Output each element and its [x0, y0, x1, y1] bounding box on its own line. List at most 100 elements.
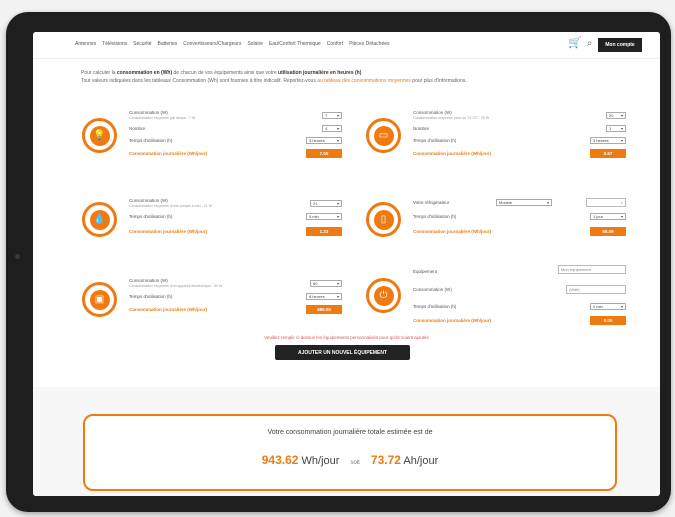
- fridge-number-input[interactable]: 1: [586, 198, 626, 207]
- equipment-card-fridge: ▯ Votre réfrigérateur Modèle ▾ 1 Temps d'…: [366, 192, 628, 246]
- consumption-label: Consommation (W): [413, 110, 452, 115]
- fridge-label: Votre réfrigérateur: [413, 200, 450, 205]
- usage-select[interactable]: 0 min ▾: [590, 303, 626, 310]
- quantity-label: Nombre: [129, 126, 146, 131]
- main-menu: Antennes Télévisions Sécurité Batteries …: [75, 41, 390, 47]
- consumption-label: Consommation (W): [129, 278, 168, 283]
- daily-consumption-result: 59.09: [590, 227, 626, 236]
- chevron-down-icon: ▾: [620, 126, 623, 131]
- consumption-table-link[interactable]: au tableau des consommations moyennes: [317, 78, 411, 84]
- water-drop-icon: 💧: [82, 202, 117, 237]
- equipment-label: Équipement: [413, 269, 438, 274]
- usage-label: Temps d'utilisation (h): [413, 304, 457, 309]
- menu-item-pieces[interactable]: Pièces Détachées: [349, 41, 389, 47]
- power-select-value: 21: [313, 201, 318, 206]
- quantity-select[interactable]: 4 ▾: [322, 125, 342, 132]
- power-select[interactable]: 21 ▾: [310, 200, 342, 207]
- menu-item-batteries[interactable]: Batteries: [158, 41, 178, 47]
- power-select[interactable]: 20 ▾: [606, 112, 626, 119]
- add-equipment-button[interactable]: AJOUTER UN NOUVEL ÉQUIPEMENT: [275, 345, 410, 360]
- quantity-select[interactable]: 1 ▾: [606, 125, 626, 132]
- intro-text-4: pour plus d'informations.: [412, 78, 467, 84]
- menu-item-eau-confort[interactable]: Eau/Confort Thermique: [269, 41, 321, 47]
- menu-item-solaire[interactable]: Solaire: [247, 41, 263, 47]
- usage-select[interactable]: 3 heures ▾: [590, 137, 626, 144]
- daily-consumption-result: 1.23: [306, 227, 342, 236]
- daily-consumption-label: Consommation journalière (Wh/jour): [413, 151, 492, 156]
- usage-select[interactable]: 1 jour ▾: [590, 213, 626, 220]
- total-soit: soit: [350, 460, 360, 466]
- chevron-down-icon: ▾: [620, 138, 623, 143]
- daily-consumption-label: Consommation journalière (Wh/jour): [413, 229, 492, 234]
- usage-label: Temps d'utilisation (h): [129, 294, 173, 299]
- equipment-card-water-pump: 💧 Consommation (W) Consommation moyenne …: [82, 192, 344, 246]
- menu-item-televisions[interactable]: Télévisions: [102, 41, 127, 47]
- daily-consumption-result: 7.00: [306, 149, 342, 158]
- consumption-hint: Consommation moyenne par lampe : 7 W: [129, 116, 196, 120]
- search-icon[interactable]: ⌕: [587, 38, 593, 49]
- usage-select[interactable]: 5 min ▾: [306, 213, 342, 220]
- top-navigation: Antennes Télévisions Sécurité Batteries …: [33, 32, 660, 59]
- quantity-select-value: 4: [325, 126, 328, 131]
- total-ah-unit: Ah/jour: [403, 455, 439, 467]
- usage-select[interactable]: 3 heures ▾: [306, 137, 342, 144]
- electronics-icon: ▣: [82, 282, 117, 317]
- daily-consumption-label: Consommation journalière (Wh/jour): [129, 229, 208, 234]
- menu-item-convertisseurs[interactable]: Convertisseurs/Chargeurs: [183, 41, 241, 47]
- chevron-down-icon: ▾: [336, 113, 339, 118]
- intro-bold-1: consommation en (Wh): [116, 70, 173, 76]
- consumption-hint: Consommation moyenne pour un TV 22" : 20…: [413, 116, 490, 120]
- usage-label: Temps d'utilisation (h): [413, 138, 457, 143]
- power-select[interactable]: 60 ▾: [310, 280, 342, 287]
- total-wh-unit: Wh/jour: [301, 455, 340, 467]
- equipment-name-input[interactable]: Mon équipement: [558, 265, 626, 274]
- total-consumption-box: Votre consommation journalière totale es…: [83, 414, 617, 491]
- consumption-label: Consommation (W): [129, 198, 168, 203]
- intro-text-1: Pour calculer la: [81, 70, 116, 76]
- account-button[interactable]: Mon compte: [598, 38, 642, 52]
- daily-consumption-label: Consommation journalière (Wh/jour): [413, 318, 492, 323]
- daily-consumption-result: 0.67: [590, 149, 626, 158]
- chevron-down-icon: ▾: [620, 304, 623, 309]
- chevron-down-icon: ▾: [620, 214, 623, 219]
- consumption-hint: Consommation moyenne d'une pompe à eau :…: [129, 204, 212, 208]
- equipment-card-lighting: 💡 Consommation (W) Consommation moyenne …: [82, 104, 344, 166]
- chevron-down-icon: ▾: [546, 200, 549, 205]
- menu-item-confort[interactable]: Confort: [327, 41, 343, 47]
- quantity-label: Nombre: [413, 126, 430, 131]
- equipment-card-electronics: ▣ Consommation (W) Consommation moyenne …: [82, 272, 344, 326]
- tablet-frame: Antennes Télévisions Sécurité Batteries …: [6, 12, 671, 512]
- consumption-input[interactable]: (Watt): [566, 285, 626, 294]
- nav-icons: 🛒 ⌕: [568, 38, 592, 49]
- power-select-value: 7: [325, 113, 328, 118]
- usage-select-value: 3 heures: [309, 138, 325, 143]
- intro-text: Pour calculer la consommation en (Wh) de…: [81, 69, 641, 85]
- intro-text-3: Tout valeurs indiquées dans les tableaux…: [81, 78, 316, 84]
- quantity-select-value: 1: [609, 126, 612, 131]
- daily-consumption-result: 0.00: [590, 316, 626, 325]
- usage-select[interactable]: 8 heures ▾: [306, 293, 342, 300]
- total-heading: Votre consommation journalière totale es…: [267, 429, 433, 436]
- plug-icon: ⏻: [366, 278, 401, 313]
- menu-item-securite[interactable]: Sécurité: [133, 41, 151, 47]
- tv-icon: ▭: [366, 118, 401, 153]
- fridge-model-select[interactable]: Modèle ▾: [496, 199, 552, 206]
- chevron-down-icon: ▾: [336, 214, 339, 219]
- usage-select-value: 0 min: [593, 304, 603, 309]
- fridge-model-value: Modèle: [499, 200, 513, 205]
- total-values: 943.62 Wh/jour soit 73.72 Ah/jour: [85, 453, 615, 467]
- chevron-down-icon: ▾: [336, 138, 339, 143]
- daily-consumption-label: Consommation journalière (Wh/jour): [129, 307, 208, 312]
- screen: Antennes Télévisions Sécurité Batteries …: [33, 32, 660, 496]
- power-select[interactable]: 7 ▾: [322, 112, 342, 119]
- cart-icon[interactable]: 🛒: [568, 38, 582, 49]
- usage-label: Temps d'utilisation (h): [129, 214, 173, 219]
- equipment-card-custom: ⏻ Équipement Mon équipement Consommation…: [366, 262, 628, 330]
- consumption-hint: Consommation moyenne d'un appareil élect…: [129, 284, 223, 288]
- equipment-card-tv: ▭ Consommation (W) Consommation moyenne …: [366, 104, 628, 166]
- usage-select-value: 5 min: [309, 214, 319, 219]
- menu-item-antennes[interactable]: Antennes: [75, 41, 96, 47]
- daily-consumption-result: 480.00: [306, 305, 342, 314]
- intro-bold-2: utilisation journalière en heures (h): [278, 70, 362, 76]
- intro-text-2: de chacun de vos équipements ainsi que v…: [173, 70, 277, 76]
